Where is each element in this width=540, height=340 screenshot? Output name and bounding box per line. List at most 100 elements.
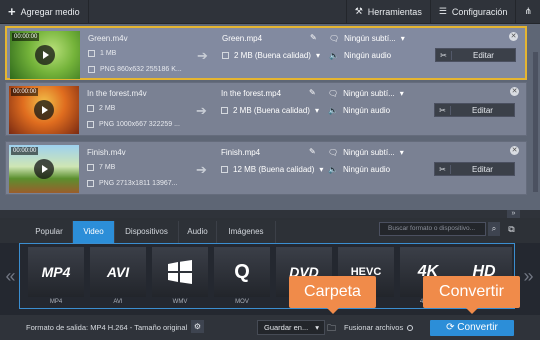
file-info: PNG 1000x667 322259 ...: [99, 121, 180, 128]
output-size[interactable]: 2 MB (Buena calidad) ▾: [221, 106, 319, 115]
file-size-row: 2 MB: [87, 105, 115, 112]
play-icon[interactable]: [35, 45, 55, 65]
chevron-down-icon: ▾: [400, 34, 405, 43]
rename-pencil-icon[interactable]: ✎: [309, 147, 316, 156]
edit-label: Editar: [472, 105, 493, 115]
format-tabs-bar: Popular Video Dispositivos Audio Imágene…: [0, 218, 540, 243]
video-thumbnail: 00:00:00: [9, 145, 79, 193]
edit-button[interactable]: ✂ Editar: [435, 48, 516, 62]
plus-icon: +: [8, 4, 16, 19]
tools-icon: ⚒: [354, 6, 363, 16]
tab-devices[interactable]: Dispositivos: [115, 221, 179, 243]
audio-dropdown[interactable]: 🔈 Ningún audio: [329, 51, 391, 60]
file-info-row: PNG 2713x1811 13967...: [87, 180, 177, 187]
file-icon: [221, 166, 228, 173]
settings-label: Configuración: [451, 6, 508, 17]
format-caption: AVI: [113, 299, 123, 305]
merge-files-toggle[interactable]: Fusionar archivos: [344, 323, 414, 332]
menu-icon: ☰: [438, 6, 447, 16]
chevron-down-icon: ▾: [319, 165, 324, 174]
output-size[interactable]: 2 MB (Buena calidad) ▾: [222, 51, 320, 60]
image-icon: [87, 180, 94, 187]
bottom-bar: Formato de salida: MP4 H.264 - Tamaño or…: [0, 315, 540, 340]
gear-icon[interactable]: ⚙: [191, 320, 204, 333]
subtitles-icon: 🗨: [329, 34, 340, 43]
file-info: PNG 2713x1811 13967...: [99, 180, 178, 187]
subtitles-label: Ningún subtí...: [343, 89, 395, 98]
settings-button[interactable]: ☰ Configuración: [429, 0, 516, 24]
format-caption: MOV: [235, 299, 249, 305]
arrow-right-icon: ➔: [196, 162, 207, 177]
subtitles-dropdown[interactable]: 🗨 Ningún subtí... ▾: [328, 89, 404, 98]
speaker-icon: 🔈: [328, 106, 338, 115]
toggle-icon: [407, 324, 414, 331]
edit-button[interactable]: ✂ Editar: [434, 103, 515, 117]
folder-icon[interactable]: 🗀: [327, 321, 336, 337]
timecode: 00:00:00: [12, 33, 40, 41]
audio-label: Ningún audio: [343, 51, 392, 60]
format-tile-mov[interactable]: Q MOV: [214, 247, 270, 309]
collapse-chevron-icon[interactable]: »: [507, 210, 520, 218]
close-icon[interactable]: ✕: [510, 87, 519, 96]
scissors-icon: ✂: [435, 164, 451, 174]
top-toolbar: + Agregar medio ⚒ Herramientas ☰ Configu…: [0, 0, 540, 24]
tools-label: Herramientas: [367, 6, 422, 17]
audio-dropdown[interactable]: 🔈 Ningún audio: [328, 106, 390, 115]
merge-files-label: Fusionar archivos: [344, 323, 404, 332]
chevron-right-icon[interactable]: »: [520, 243, 537, 315]
close-icon[interactable]: ✕: [509, 32, 518, 41]
speaker-icon: 🔈: [328, 165, 338, 174]
chevron-left-icon[interactable]: «: [2, 243, 19, 315]
file-row[interactable]: 00:00:00 Green.m4v 1 MB PNG 860x632 2551…: [5, 26, 527, 80]
file-size-row: 7 MB: [87, 164, 115, 171]
play-icon[interactable]: [34, 100, 54, 120]
convert-button[interactable]: ⟳ Convertir: [430, 320, 514, 336]
file-row[interactable]: 00:00:00 In the forest.m4v 2 MB PNG 1000…: [5, 82, 527, 136]
add-media-button[interactable]: + Agregar medio: [0, 0, 89, 24]
subtitles-dropdown[interactable]: 🗨 Ningún subtí... ▾: [329, 34, 405, 43]
scissors-icon: ✂: [436, 50, 452, 60]
subtitles-icon: 🗨: [328, 89, 339, 98]
audio-dropdown[interactable]: 🔈 Ningún audio: [328, 165, 390, 174]
scissors-icon: ✂: [435, 105, 451, 115]
add-media-label: Agregar medio: [20, 6, 80, 17]
save-location-dropdown[interactable]: Guardar en... ▾: [257, 320, 325, 335]
tab-images[interactable]: Imágenes: [217, 221, 276, 243]
scrollbar[interactable]: [533, 52, 538, 192]
search-icon[interactable]: ⌕: [488, 222, 500, 236]
file-size: 1 MB: [100, 50, 117, 57]
video-thumbnail: 00:00:00: [9, 86, 79, 134]
output-name: Finish.mp4: [221, 148, 261, 157]
format-tile-mp4[interactable]: MP4 MP4: [28, 247, 84, 309]
format-tile-avi[interactable]: AVI AVI: [90, 247, 146, 309]
file-info: PNG 860x632 255186 K...: [100, 66, 182, 73]
share-button[interactable]: ⋔: [515, 0, 540, 24]
file-icon: [221, 107, 228, 114]
output-size-label: 12 MB (Buena calidad): [233, 165, 315, 174]
file-row[interactable]: 00:00:00 Finish.m4v 7 MB PNG 2713x1811 1…: [5, 141, 527, 195]
timecode: 00:00:00: [11, 88, 39, 96]
tab-popular[interactable]: Popular: [26, 221, 73, 243]
file-icon: [222, 52, 229, 59]
audio-label: Ningún audio: [342, 106, 391, 115]
share-icon: ⋔: [524, 6, 532, 16]
edit-label: Editar: [473, 50, 494, 60]
image-icon: [87, 121, 94, 128]
convert-icon: ⟳: [446, 322, 455, 333]
close-icon[interactable]: ✕: [510, 146, 519, 155]
format-tile-wmv[interactable]: WMV: [152, 247, 208, 309]
play-icon[interactable]: [34, 159, 54, 179]
chevron-down-icon: ▾: [399, 148, 404, 157]
output-size[interactable]: 12 MB (Buena calidad) ▾: [221, 165, 323, 174]
format-search-input[interactable]: Buscar formato o dispositivo...: [379, 222, 486, 236]
tab-video[interactable]: Video: [73, 221, 115, 243]
subtitles-dropdown[interactable]: 🗨 Ningún subtí... ▾: [328, 148, 404, 157]
tab-audio[interactable]: Audio: [179, 221, 217, 243]
tools-button[interactable]: ⚒ Herramientas: [345, 0, 430, 24]
file-icon: [88, 50, 95, 57]
arrow-right-icon: ➔: [197, 48, 208, 63]
edit-button[interactable]: ✂ Editar: [434, 162, 515, 176]
rename-pencil-icon[interactable]: ✎: [309, 88, 316, 97]
device-scan-icon[interactable]: ⧉: [505, 222, 518, 236]
rename-pencil-icon[interactable]: ✎: [310, 33, 317, 42]
